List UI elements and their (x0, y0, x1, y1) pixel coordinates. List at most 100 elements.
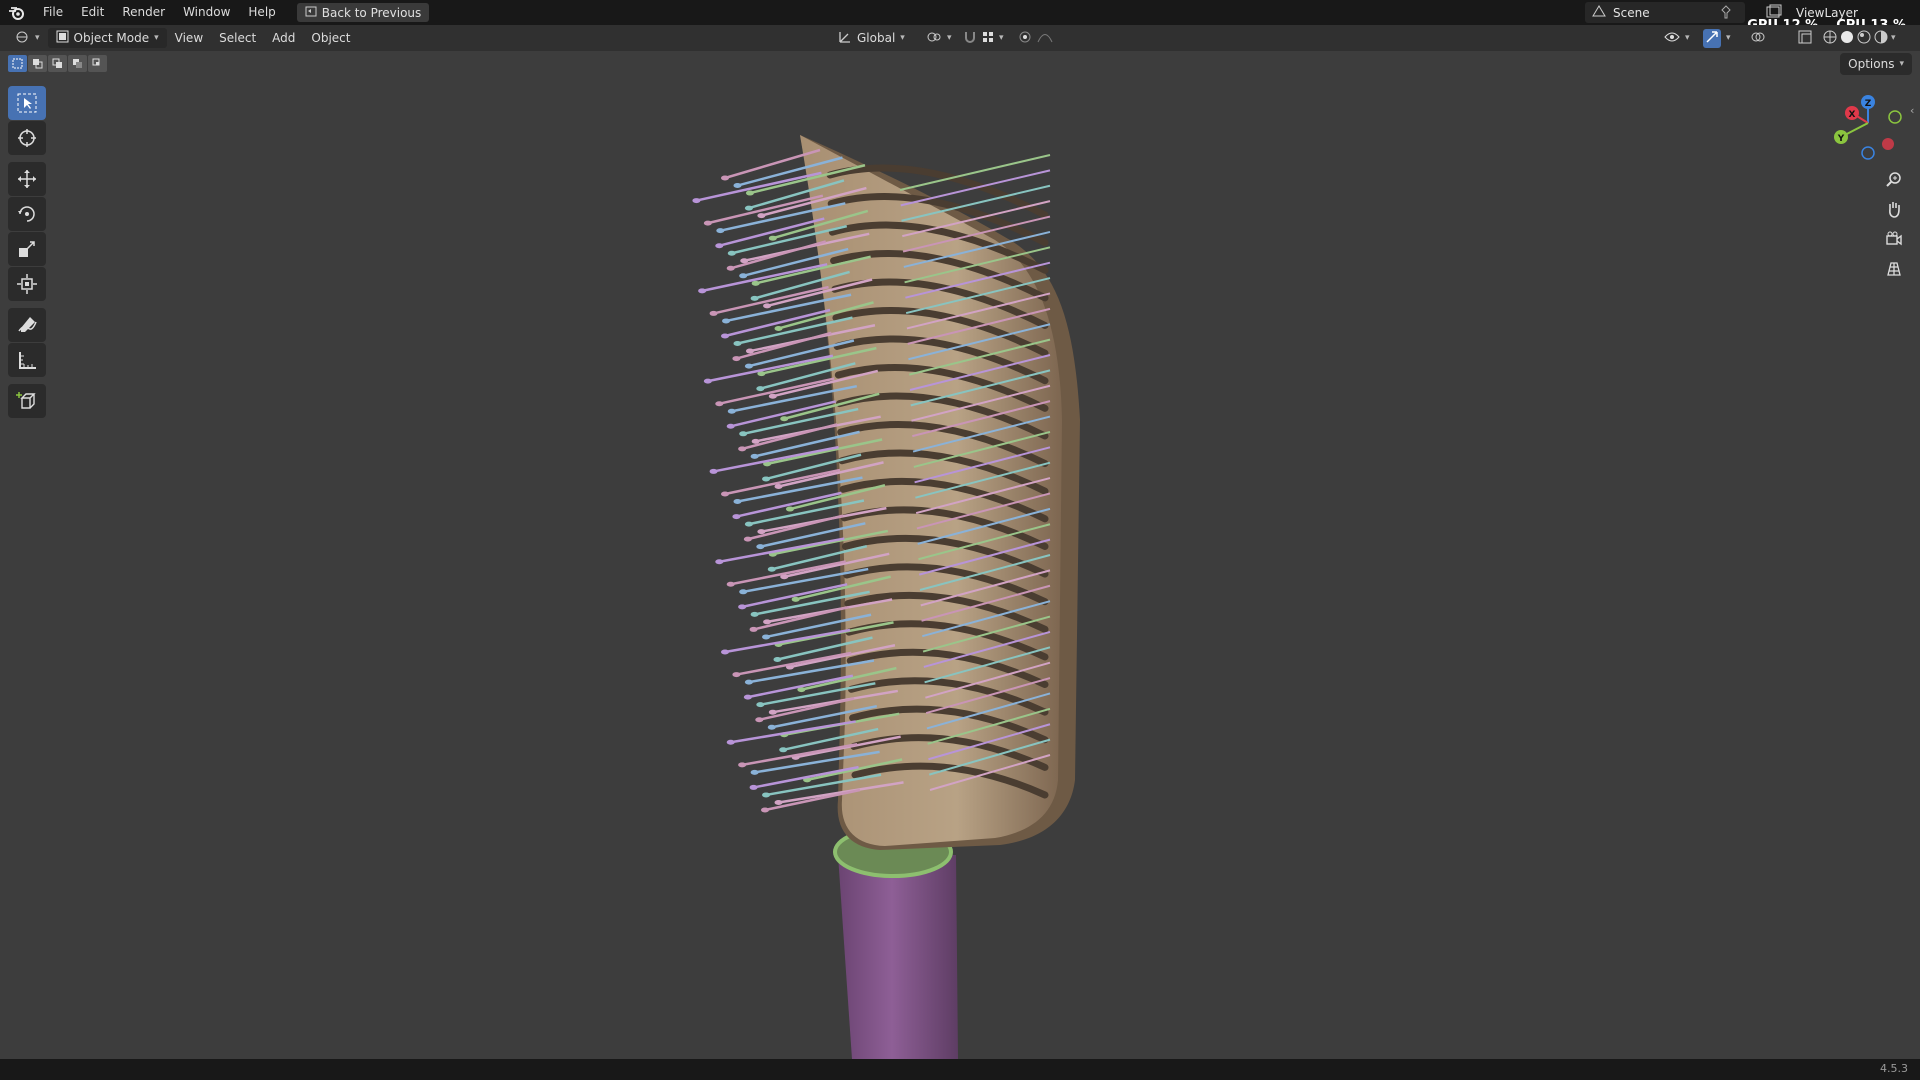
overlays-toggle[interactable] (1742, 28, 1774, 48)
back-icon (305, 6, 317, 20)
perspective-grid-icon[interactable] (1881, 257, 1907, 281)
status-bar: 4.5.3 (0, 1059, 1920, 1080)
object-mode-icon (56, 30, 69, 46)
cursor-icon[interactable] (8, 121, 46, 155)
bristle-tip (757, 213, 766, 219)
bristle-tip (715, 559, 724, 565)
gizmo-toggle[interactable]: ▾ (1695, 28, 1739, 48)
snap-toggle[interactable]: ▾ (955, 28, 1012, 48)
sidebar-toggle-icon[interactable]: ‹ (1910, 104, 1914, 117)
menu-object[interactable]: Object (303, 28, 358, 48)
editor-type-icon (14, 30, 30, 47)
bristle-tip (726, 581, 735, 587)
bristle-tip (743, 694, 752, 700)
select-invert-icon[interactable] (68, 55, 87, 72)
chevron-down-icon: ▾ (1899, 59, 1904, 69)
bristle-tip (780, 416, 789, 422)
solid-shading-icon[interactable] (1840, 30, 1854, 47)
pan-hand-icon[interactable] (1881, 197, 1907, 221)
bristle-tip (738, 762, 747, 768)
visibility-dropdown[interactable]: ▾ (1656, 28, 1698, 48)
menu-window[interactable]: Window (174, 0, 239, 25)
bristle-tip (785, 506, 794, 512)
menu-file[interactable]: File (34, 0, 72, 25)
bristle-tip (744, 679, 753, 685)
bristle-tip (715, 243, 724, 249)
chevron-down-icon: ▾ (1685, 33, 1690, 43)
back-button-label: Back to Previous (321, 5, 422, 20)
wireframe-shading-icon[interactable] (1823, 30, 1837, 47)
zoom-icon[interactable] (1881, 167, 1907, 191)
select-subtract-icon[interactable] (48, 55, 67, 72)
pivot-icon (926, 30, 942, 47)
menu-edit[interactable]: Edit (72, 0, 113, 25)
bristle-tip (745, 190, 754, 196)
bristle-tip (750, 453, 759, 459)
menu-select[interactable]: Select (211, 28, 264, 48)
back-to-previous-button[interactable]: Back to Previous (296, 3, 430, 22)
scene-pin-icon[interactable] (1720, 5, 1732, 22)
bristle-tip (779, 747, 788, 753)
bristle-tip (763, 619, 772, 625)
options-dropdown[interactable]: Options ▾ (1840, 53, 1912, 75)
select-new-icon[interactable] (8, 55, 27, 72)
bristle-tip (774, 325, 783, 331)
bristle-tip (743, 536, 752, 542)
bristle-tip (721, 333, 729, 339)
menu-add[interactable]: Add (264, 28, 303, 48)
bristle-tip (727, 408, 736, 414)
blender-logo-icon[interactable] (0, 5, 34, 21)
bristle-tip (738, 604, 747, 610)
bristle-tip (721, 175, 729, 181)
svg-text:Z: Z (1865, 99, 1872, 109)
eye-icon (1664, 31, 1680, 46)
rotate-icon[interactable] (8, 197, 46, 231)
bristle-tip (722, 318, 731, 324)
pivot-point-dropdown[interactable]: ▾ (918, 28, 960, 48)
navigation-gizmo[interactable]: Z X Y (1820, 88, 1910, 168)
annotate-icon[interactable] (8, 308, 46, 342)
bristle (724, 308, 831, 338)
add-cube-icon[interactable] (8, 384, 46, 418)
move-icon[interactable] (8, 162, 46, 196)
bristle-tip (750, 769, 759, 775)
rendered-shading-icon[interactable] (1874, 30, 1888, 47)
menu-render[interactable]: Render (113, 0, 174, 25)
transform-orientation-dropdown[interactable]: Global ▾ (830, 28, 913, 48)
bristle-tip (726, 265, 735, 271)
bristle-tip (757, 529, 766, 535)
select-extend-icon[interactable] (28, 55, 47, 72)
bristle-tip (732, 672, 741, 678)
proportional-editing-toggle[interactable] (1010, 28, 1061, 48)
bristle (719, 377, 835, 405)
bristle-tip (768, 709, 777, 715)
material-shading-icon[interactable] (1857, 30, 1871, 47)
bristle-tip (709, 468, 718, 474)
bristle-tip (762, 476, 771, 482)
bristle (900, 169, 1051, 207)
bristle-tip (767, 724, 776, 730)
bristle-tip (739, 589, 748, 595)
menu-view[interactable]: View (167, 28, 211, 48)
hairbrush-model[interactable] (0, 51, 1920, 1059)
menu-help[interactable]: Help (239, 0, 284, 25)
bristle (741, 583, 848, 609)
bristle-tip (739, 431, 748, 437)
scale-icon[interactable] (8, 232, 46, 266)
measure-icon[interactable] (8, 343, 46, 377)
mode-dropdown[interactable]: Object Mode ▾ (47, 28, 167, 48)
svg-text:Y: Y (1837, 134, 1845, 144)
bristle-tip (767, 566, 776, 572)
camera-view-icon[interactable] (1881, 227, 1907, 251)
bristle-tip (774, 799, 783, 805)
bristle (707, 194, 824, 225)
select-box-icon[interactable] (8, 86, 46, 120)
shading-buttons[interactable]: ▾ (1815, 28, 1904, 48)
editor-type-button[interactable]: ▾ (6, 28, 48, 48)
select-intersect-icon[interactable] (88, 55, 107, 72)
scene-name: Scene (1613, 5, 1650, 20)
chevron-down-icon: ▾ (900, 33, 905, 43)
bristle-tip (774, 483, 783, 489)
bristle-tip (756, 386, 765, 392)
transform-icon[interactable] (8, 267, 46, 301)
